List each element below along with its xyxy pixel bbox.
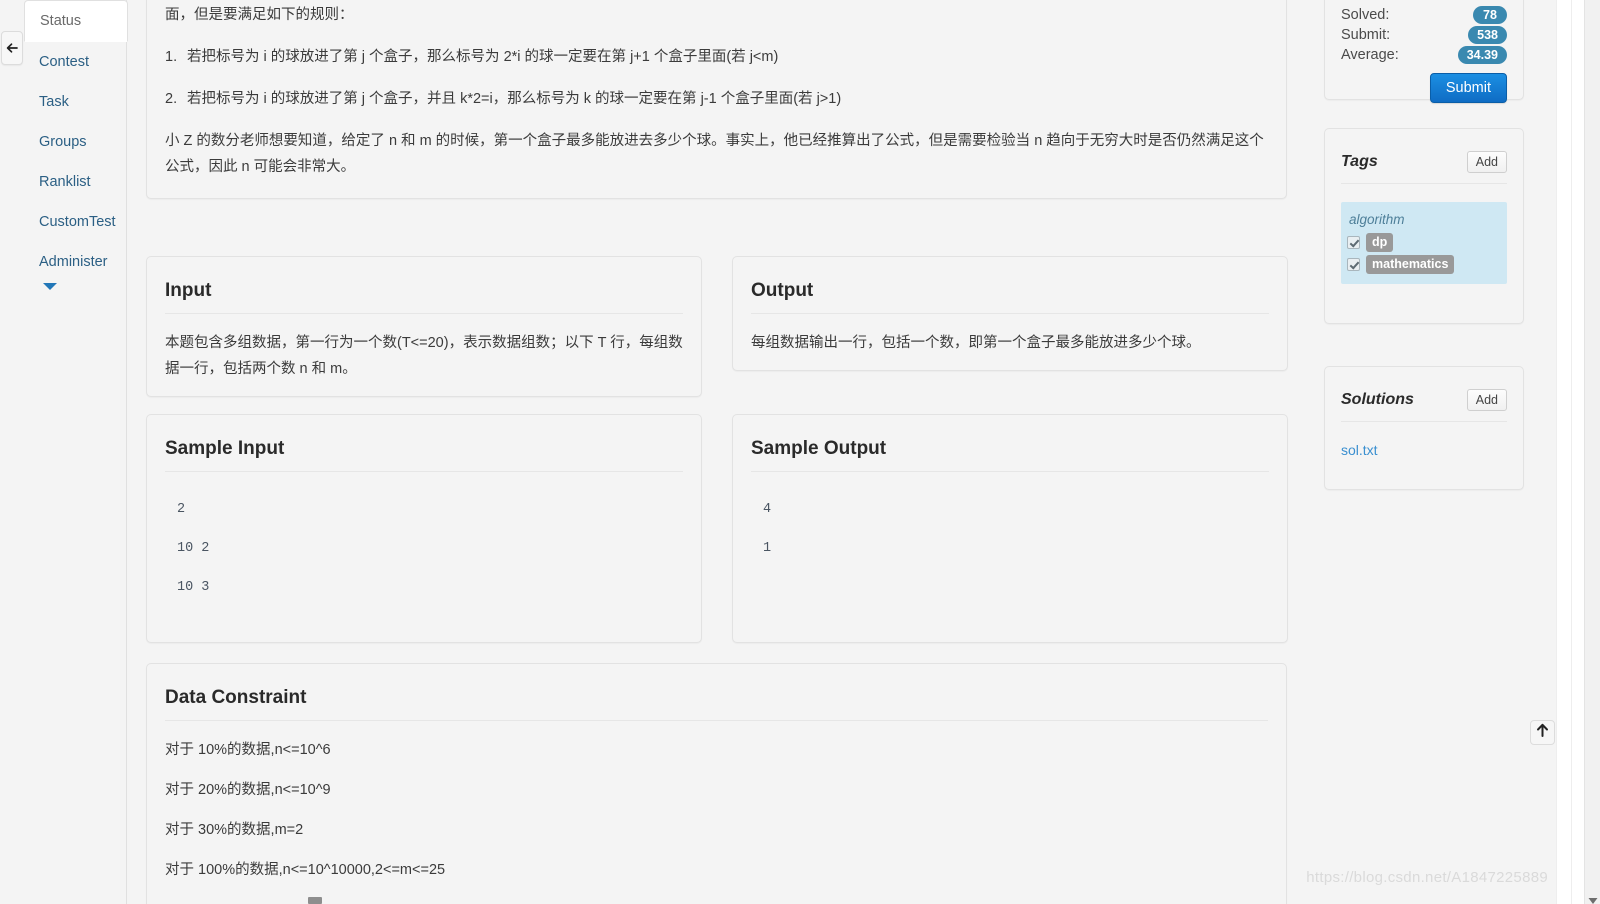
- sidebar-expand-button[interactable]: [24, 282, 127, 297]
- problem-statement-panel: 小 Z 最近遇上了大麻烦，他的数学分析挂科了。于是他只好找数分老师求情。 善良的…: [146, 0, 1287, 199]
- solutions-panel-title: Solutions: [1341, 391, 1414, 408]
- solutions-panel: Solutions Add sol.txt: [1324, 366, 1524, 490]
- horizontal-scrollbar-thumb[interactable]: [308, 897, 322, 904]
- input-section-title: Input: [165, 257, 683, 314]
- page-scrollbar-thumb[interactable]: [1587, 0, 1599, 690]
- stat-badge-solved: 78: [1473, 6, 1507, 24]
- sample-input-panel: Sample Input 2 10 2 10 3: [146, 414, 702, 643]
- arrow-left-icon: [5, 41, 19, 55]
- tag-item[interactable]: mathematics: [1347, 255, 1501, 274]
- input-section-body: 本题包含多组数据，第一行为一个数(T<=20)，表示数据组数；以下 T 行，每组…: [165, 314, 683, 382]
- sidebar-item-groups[interactable]: Groups: [24, 122, 127, 162]
- sidebar-item-task[interactable]: Task: [24, 82, 127, 122]
- sidebar-item-customtest[interactable]: CustomTest: [24, 202, 127, 242]
- code-line: 4: [763, 502, 772, 517]
- rule-text: 若把标号为 i 的球放进了第 j 个盒子，那么标号为 2*i 的球一定要在第 j…: [187, 49, 779, 65]
- data-constraint-title: Data Constraint: [165, 664, 1268, 721]
- stat-label: Average:: [1341, 47, 1399, 63]
- page-white-strip: [1572, 0, 1584, 904]
- sidebar-item-administer[interactable]: Administer: [24, 242, 127, 282]
- page-scrollbar[interactable]: [1584, 0, 1600, 904]
- sidebar: Status Contest Task Groups Ranklist Cust…: [24, 0, 128, 904]
- code-line: 10 2: [177, 541, 210, 556]
- stat-badge-submit: 538: [1468, 26, 1507, 44]
- tags-panel: Tags Add algorithm dp mathematics: [1324, 128, 1524, 324]
- statement-rule-list: 1. 若把标号为 i 的球放进了第 j 个盒子，那么标号为 2*i 的球一定要在…: [165, 44, 1268, 112]
- tag-group-algorithm: algorithm dp mathematics: [1341, 202, 1507, 284]
- sample-input-code: 2 10 2 10 3: [165, 472, 683, 607]
- tag-checkbox-dp[interactable]: [1347, 236, 1360, 249]
- sample-input-title: Sample Input: [165, 415, 683, 472]
- page-root: Status Contest Task Groups Ranklist Cust…: [0, 0, 1600, 904]
- rule-number: 1.: [165, 49, 178, 65]
- stat-label: Submit:: [1341, 27, 1391, 43]
- output-section-panel: Output 每组数据输出一行，包括一个数，即第一个盒子最多能放进多少个球。: [732, 256, 1288, 371]
- sidebar-item-label: Groups: [39, 134, 87, 150]
- watermark-text: https://blog.csdn.net/A1847225889: [1306, 869, 1548, 886]
- code-line: 2: [177, 502, 186, 517]
- tag-checkbox-mathematics[interactable]: [1347, 258, 1360, 271]
- sample-output-title: Sample Output: [751, 415, 1269, 472]
- sidebar-item-label: Ranklist: [39, 174, 91, 190]
- sample-output-panel: Sample Output 4 1: [732, 414, 1288, 643]
- inner-scrollbar[interactable]: [1556, 0, 1572, 904]
- code-line: 10 3: [177, 580, 210, 595]
- statement-closing-paragraph: 小 Z 的数分老师想要知道，给定了 n 和 m 的时候，第一个盒子最多能放进去多…: [165, 133, 1264, 175]
- sidebar-collapse-button[interactable]: [1, 31, 23, 65]
- add-solution-button[interactable]: Add: [1466, 389, 1507, 411]
- scrollbar-down-arrow-icon[interactable]: [1588, 892, 1598, 904]
- output-description: 每组数据输出一行，包括一个数，即第一个盒子最多能放进多少个球。: [751, 335, 1201, 351]
- output-section-title: Output: [751, 257, 1269, 314]
- sidebar-item-ranklist[interactable]: Ranklist: [24, 162, 127, 202]
- constraint-line: 对于 30%的数据,m=2: [165, 822, 304, 838]
- sidebar-item-contest[interactable]: Contest: [24, 42, 127, 82]
- constraint-line: 对于 10%的数据,n<=10^6: [165, 742, 331, 758]
- sidebar-item-label: CustomTest: [39, 214, 116, 230]
- code-line: 1: [763, 541, 772, 556]
- main-content: 小 Z 最近遇上了大麻烦，他的数学分析挂科了。于是他只好找数分老师求情。 善良的…: [128, 0, 1316, 904]
- solutions-panel-header: Solutions Add: [1341, 367, 1507, 422]
- input-description: 本题包含多组数据，第一行为一个数(T<=20)，表示数据组数；以下 T 行，每组…: [165, 335, 683, 377]
- stat-row-solved: Solved: 78: [1341, 5, 1507, 25]
- right-sidebar: Solved: 78 Submit: 538 Average: 34.39 Su…: [1324, 0, 1524, 904]
- stats-list: Solved: 78 Submit: 538 Average: 34.39 Su…: [1341, 0, 1507, 103]
- tag-label-dp[interactable]: dp: [1366, 233, 1394, 252]
- constraint-line: 对于 100%的数据,n<=10^10000,2<=m<=25: [165, 862, 446, 878]
- tags-panel-header: Tags Add: [1341, 129, 1507, 184]
- rule-number: 2.: [165, 91, 178, 107]
- submit-button[interactable]: Submit: [1429, 73, 1507, 103]
- sidebar-item-label: Administer: [39, 254, 108, 270]
- sidebar-item-label: Status: [40, 13, 82, 29]
- statement-rule-item: 1. 若把标号为 i 的球放进了第 j 个盒子，那么标号为 2*i 的球一定要在…: [165, 44, 1268, 70]
- scroll-to-top-button[interactable]: [1530, 720, 1555, 745]
- solution-file-link[interactable]: sol.txt: [1341, 442, 1507, 458]
- tag-item[interactable]: dp: [1347, 233, 1501, 252]
- sidebar-item-status[interactable]: Status: [24, 0, 128, 42]
- data-constraint-panel: Data Constraint 对于 10%的数据,n<=10^6 对于 20%…: [146, 663, 1287, 904]
- submit-button-row: Submit: [1341, 65, 1507, 103]
- tag-group-label: algorithm: [1349, 212, 1405, 227]
- stat-row-average: Average: 34.39: [1341, 45, 1507, 65]
- tags-panel-title: Tags: [1341, 153, 1378, 170]
- chevron-down-icon: [42, 282, 127, 291]
- statement-paragraph: 善良的数分老师答应不挂他，但是要求小 Z 帮助他一起解决一个难题问题是这样的，现…: [165, 7, 354, 23]
- constraint-line: 对于 20%的数据,n<=10^9: [165, 782, 331, 798]
- stat-label: Solved:: [1341, 7, 1390, 23]
- output-section-body: 每组数据输出一行，包括一个数，即第一个盒子最多能放进多少个球。: [751, 314, 1269, 356]
- rule-text: 若把标号为 i 的球放进了第 j 个盒子，并且 k*2=i，那么标号为 k 的球…: [187, 91, 842, 107]
- tag-label-mathematics[interactable]: mathematics: [1366, 255, 1455, 274]
- problem-stats-panel: Solved: 78 Submit: 538 Average: 34.39 Su…: [1324, 0, 1524, 103]
- left-gutter: [0, 0, 24, 904]
- arrow-up-icon: [1536, 723, 1549, 742]
- add-tag-button[interactable]: Add: [1466, 151, 1507, 173]
- statement-rule-item: 2. 若把标号为 i 的球放进了第 j 个盒子，并且 k*2=i，那么标号为 k…: [165, 86, 1268, 112]
- sample-output-code: 4 1: [751, 472, 1269, 568]
- sidebar-item-label: Task: [39, 94, 69, 110]
- stat-row-submit: Submit: 538: [1341, 25, 1507, 45]
- stat-badge-average: 34.39: [1457, 46, 1507, 64]
- sidebar-item-label: Contest: [39, 54, 89, 70]
- sidebar-nav-list: Status Contest Task Groups Ranklist Cust…: [24, 0, 128, 297]
- input-section-panel: Input 本题包含多组数据，第一行为一个数(T<=20)，表示数据组数；以下 …: [146, 256, 702, 397]
- data-constraint-body: 对于 10%的数据,n<=10^6 对于 20%的数据,n<=10^9 对于 3…: [165, 721, 1268, 883]
